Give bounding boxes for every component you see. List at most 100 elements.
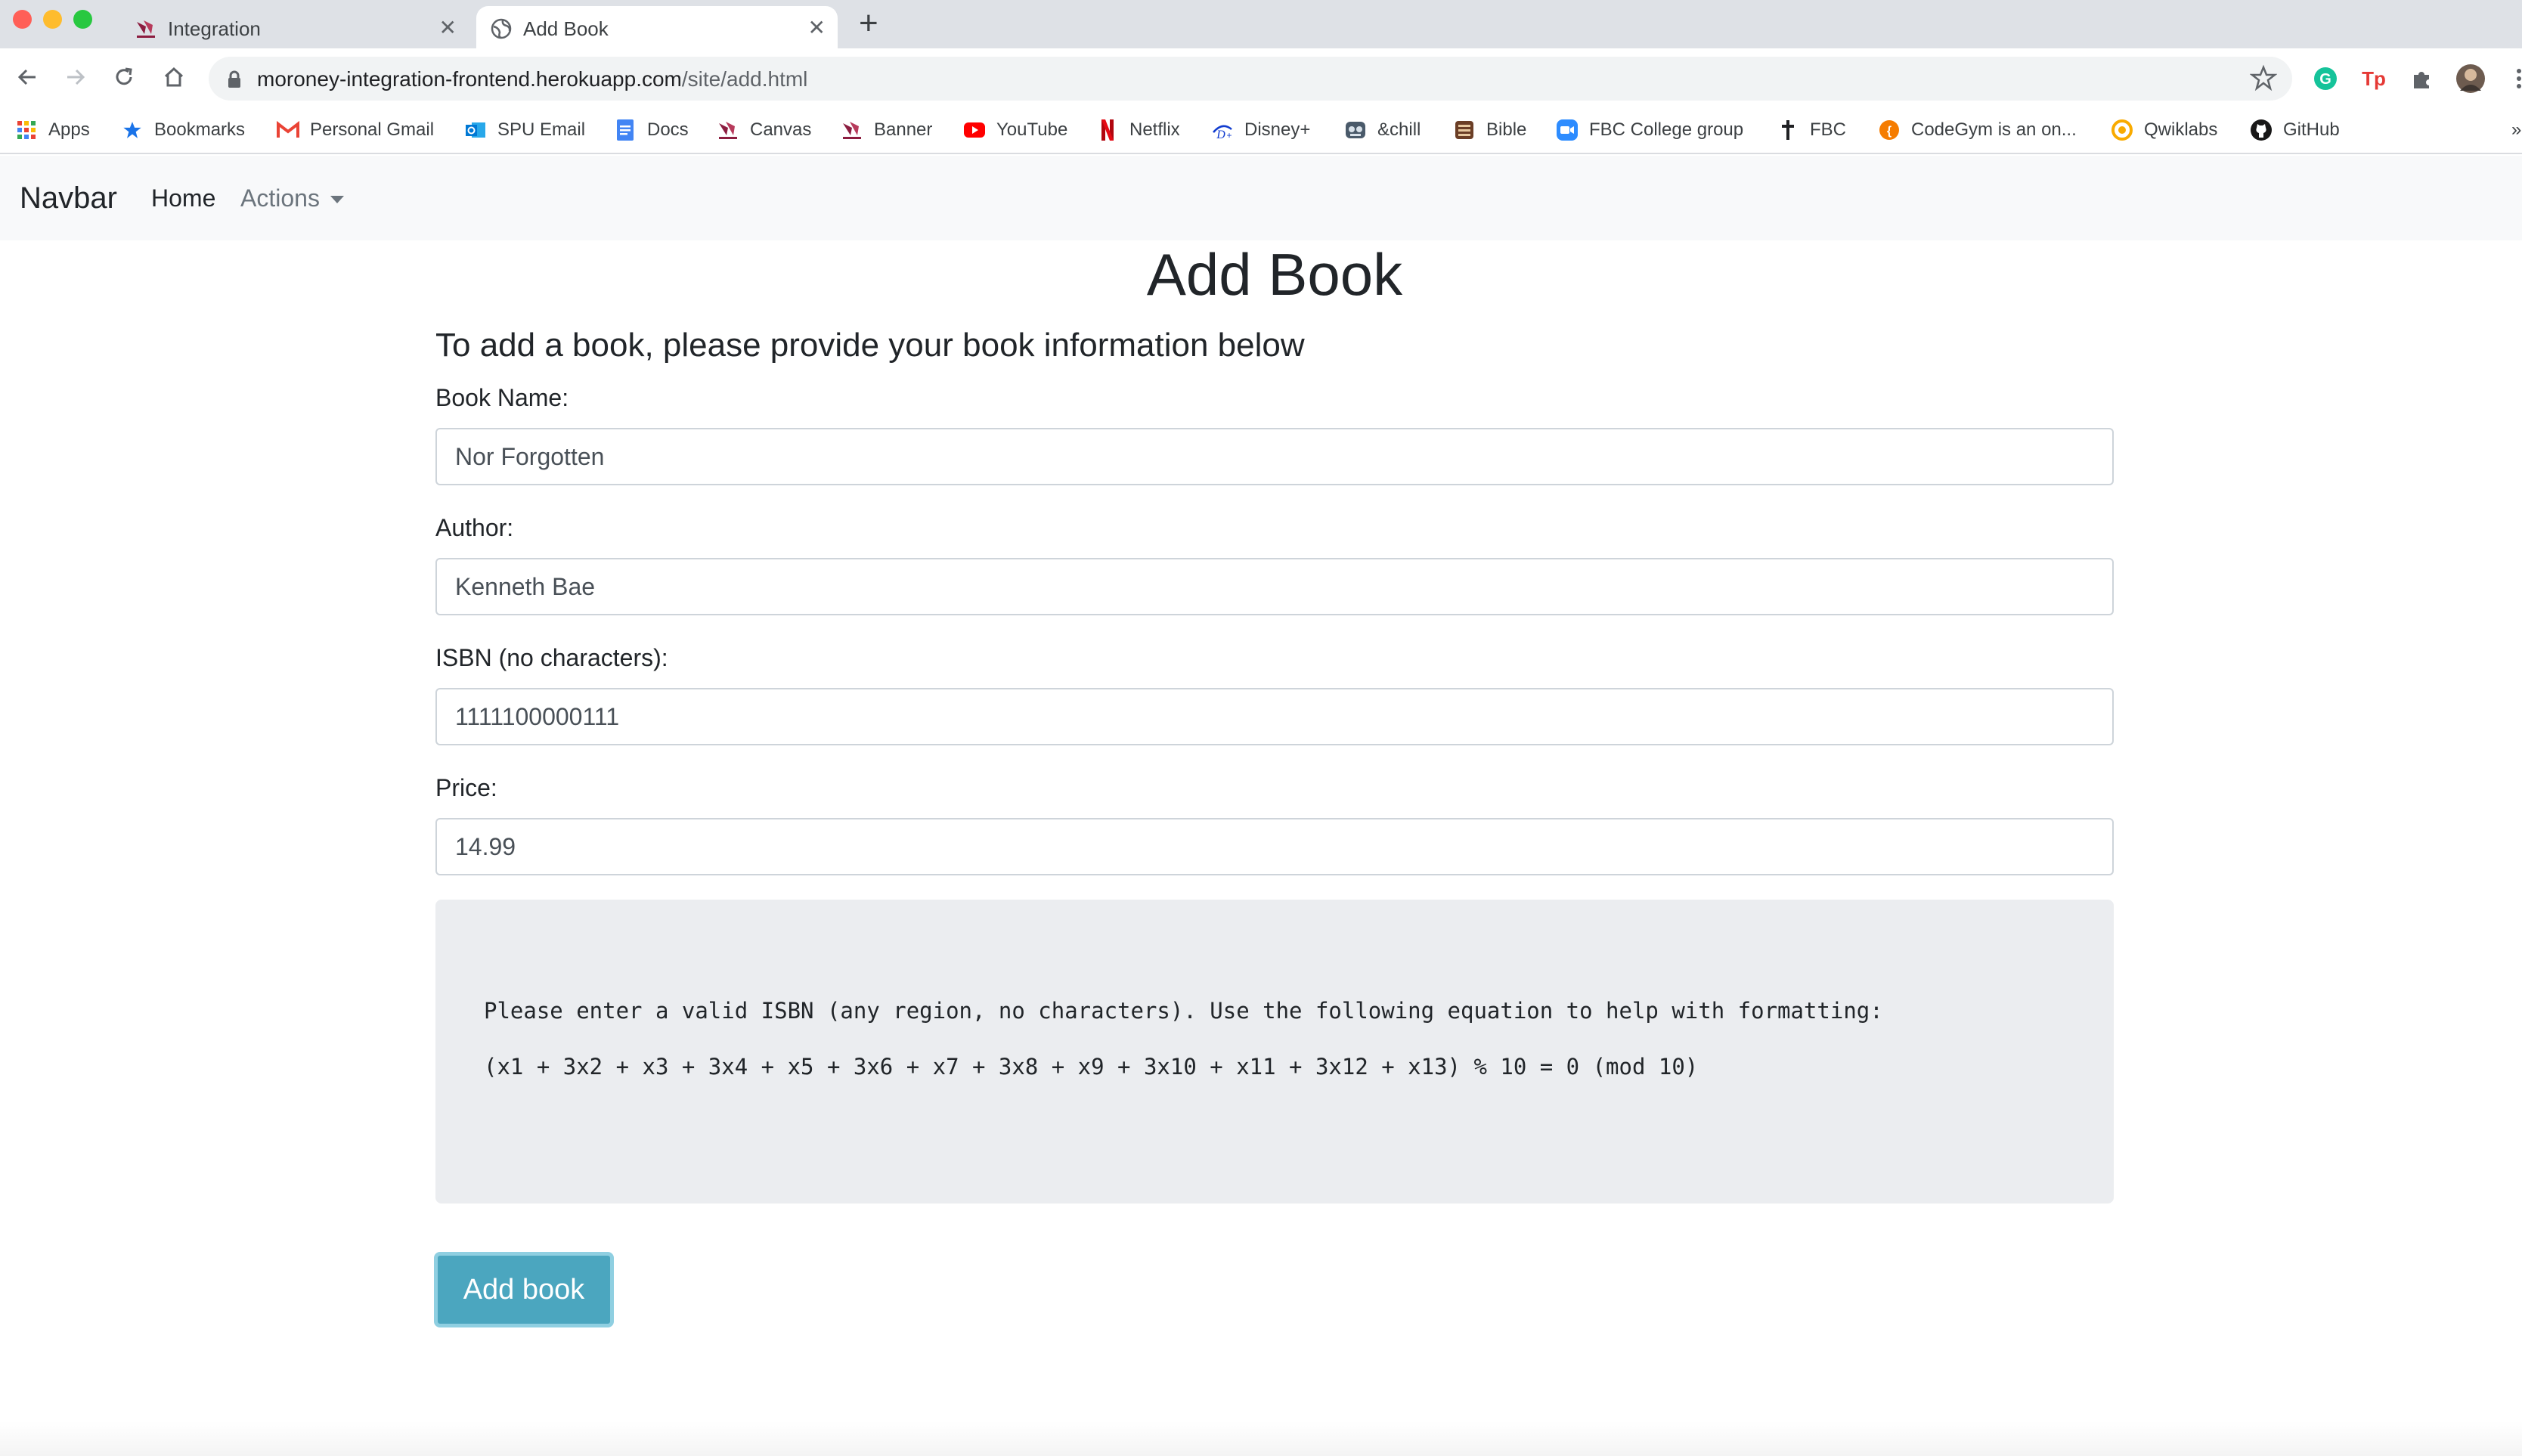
bookmark-label: Banner <box>874 119 933 140</box>
bookmark-qwiklabs[interactable]: Qwiklabs <box>2111 115 2217 145</box>
svg-text:+: + <box>1226 130 1232 141</box>
bookmark-label: Bookmarks <box>154 119 246 140</box>
gmail-icon <box>277 119 299 141</box>
browser-toolbar: moroney-integration-frontend.herokuapp.c… <box>0 48 2522 109</box>
back-button[interactable] <box>11 60 44 94</box>
page-title: Add Book <box>1146 241 1403 308</box>
bookmark-star-icon[interactable] <box>2250 64 2277 91</box>
bookmark-disney-plus[interactable]: D + Disney+ <box>1211 115 1310 145</box>
book-name-label: Book Name: <box>435 384 569 411</box>
page-bottom-edge <box>0 1421 2522 1456</box>
chevron-down-icon <box>330 195 344 203</box>
bookmarks-bar: Apps Bookmarks Personal Gmail SPU Email … <box>0 109 2522 154</box>
bookmark-label: SPU Email <box>497 119 586 140</box>
bookmark-label: FBC <box>1810 119 1846 140</box>
address-bar[interactable]: moroney-integration-frontend.herokuapp.c… <box>209 57 2292 101</box>
github-icon <box>2250 119 2273 141</box>
svg-text:G: G <box>2319 71 2331 88</box>
home-icon <box>164 67 184 87</box>
author-label: Author: <box>435 514 514 541</box>
bookmark-netflix[interactable]: Netflix <box>1096 115 1180 145</box>
banner-icon <box>841 119 863 141</box>
bookmark-bible[interactable]: Bible <box>1453 115 1526 145</box>
lock-icon <box>228 70 240 88</box>
profile-avatar[interactable] <box>2454 62 2487 95</box>
star-icon <box>121 119 144 141</box>
bookmark-chill[interactable]: &chill <box>1344 115 1421 145</box>
window-maximize-button[interactable] <box>73 10 92 29</box>
bookmark-label: Netflix <box>1129 119 1180 140</box>
book-name-input[interactable] <box>435 428 2114 485</box>
apps-grid-icon <box>15 119 38 141</box>
price-input[interactable] <box>435 818 2114 875</box>
bookmark-label: Canvas <box>750 119 812 140</box>
add-book-button[interactable]: Add book <box>434 1252 614 1327</box>
bookmark-docs[interactable]: Docs <box>614 115 689 145</box>
bookmark-label: Disney+ <box>1244 119 1311 140</box>
isbn-input[interactable] <box>435 688 2114 745</box>
bookmark-label: Personal Gmail <box>310 119 435 140</box>
bookmark-canvas[interactable]: Canvas <box>717 115 811 145</box>
svg-text:D: D <box>1216 129 1225 141</box>
url-text: moroney-integration-frontend.herokuapp.c… <box>257 67 807 91</box>
bookmark-banner[interactable]: Banner <box>841 115 932 145</box>
isbn-hint-box: Please enter a valid ISBN (any region, n… <box>435 900 2114 1204</box>
window-minimize-button[interactable] <box>43 10 62 29</box>
nav-actions-label: Actions <box>240 184 320 212</box>
bible-icon <box>1453 119 1476 141</box>
bookmark-label: Docs <box>647 119 689 140</box>
grammarly-extension-icon[interactable]: G <box>2309 62 2342 95</box>
url-path: /site/add.html <box>681 67 808 91</box>
bookmark-label: Bible <box>1486 119 1527 140</box>
bookmark-youtube[interactable]: YouTube <box>963 115 1067 145</box>
bookmarks-overflow-icon[interactable]: » <box>2511 115 2521 145</box>
bookmark-spu-email[interactable]: SPU Email <box>464 115 585 145</box>
tp-extension-icon[interactable]: Tp <box>2357 62 2390 95</box>
qwiklabs-icon <box>2111 119 2133 141</box>
bookmark-fbc-college-group[interactable]: FBC College group <box>1556 115 1743 145</box>
chill-icon <box>1344 119 1367 141</box>
extensions-puzzle-icon[interactable] <box>2406 62 2439 95</box>
isbn-label: ISBN (no characters): <box>435 644 668 671</box>
bookmark-apps[interactable]: Apps <box>15 115 90 145</box>
nav-actions-dropdown[interactable]: Actions <box>240 184 344 212</box>
reload-button[interactable] <box>107 60 141 94</box>
outlook-icon <box>464 119 487 141</box>
cross-icon <box>1777 119 1799 141</box>
bookmark-codegym[interactable]: {CodeGym is an on... <box>1878 115 2077 145</box>
forward-arrow-icon <box>67 69 85 85</box>
bookmark-label: YouTube <box>996 119 1068 140</box>
forward-button[interactable] <box>59 60 92 94</box>
browser-menu-icon[interactable] <box>2502 62 2522 95</box>
bookmark-bookmarks[interactable]: Bookmarks <box>121 115 245 145</box>
bookmark-label: GitHub <box>2283 119 2340 140</box>
nav-link-home[interactable]: Home <box>151 184 215 212</box>
netflix-icon <box>1096 119 1119 141</box>
browser-tab-strip: Integration ✕ Add Book ✕ + <box>0 0 2522 48</box>
bookmark-label: &chill <box>1377 119 1421 140</box>
url-host: moroney-integration-frontend.herokuapp.c… <box>257 67 682 91</box>
site-navbar: Navbar Home Actions <box>0 156 2522 240</box>
bookmark-label: CodeGym is an on... <box>1911 119 2077 140</box>
window-close-button[interactable] <box>13 10 32 29</box>
tab-title: Integration <box>168 17 261 40</box>
youtube-icon <box>963 119 986 141</box>
tab-close-icon[interactable]: ✕ <box>808 15 826 40</box>
bookmark-personal-gmail[interactable]: Personal Gmail <box>277 115 434 145</box>
reload-icon <box>116 67 132 85</box>
zoom-icon <box>1556 119 1579 141</box>
home-button[interactable] <box>157 60 191 94</box>
bookmark-fbc[interactable]: FBC <box>1777 115 1846 145</box>
svg-text:Tp: Tp <box>2362 67 2386 90</box>
globe-icon <box>491 18 512 39</box>
canvas-icon <box>717 119 739 141</box>
tab-integration[interactable]: Integration ✕ <box>121 6 469 48</box>
new-tab-button[interactable]: + <box>859 5 878 42</box>
bookmark-label: Qwiklabs <box>2144 119 2218 140</box>
tab-close-icon[interactable]: ✕ <box>439 15 457 40</box>
navbar-brand[interactable]: Navbar <box>20 181 117 215</box>
tab-title: Add Book <box>523 17 609 40</box>
tab-add-book[interactable]: Add Book ✕ <box>476 6 838 48</box>
author-input[interactable] <box>435 558 2114 615</box>
bookmark-github[interactable]: GitHub <box>2250 115 2340 145</box>
